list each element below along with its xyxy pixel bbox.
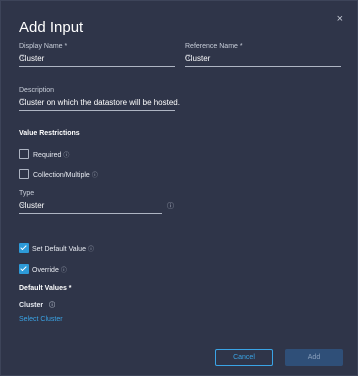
info-icon[interactable]: ⓘ: [19, 53, 173, 63]
cancel-button[interactable]: Cancel: [215, 349, 273, 366]
set-default-value-checkbox[interactable]: [19, 243, 29, 253]
default-cluster-label: Cluster ⓘ: [19, 302, 56, 309]
reference-name-label: Reference Name *: [185, 43, 243, 50]
info-icon[interactable]: ⓘ: [19, 97, 173, 107]
value-restrictions-heading: Value Restrictions: [19, 130, 80, 137]
reference-name-field[interactable]: Cluster ⓘ: [185, 52, 341, 67]
info-icon[interactable]: ⓘ: [61, 268, 67, 274]
collection-multiple-checkbox[interactable]: [19, 169, 29, 179]
dialog-title: Add Input: [19, 19, 84, 36]
chevron-down-icon[interactable]: ⌄: [19, 198, 160, 209]
add-button[interactable]: Add: [285, 349, 343, 366]
info-icon[interactable]: ⓘ: [167, 201, 174, 211]
add-input-dialog: × Add Input Display Name * Cluster ⓘ Ref…: [0, 0, 358, 376]
required-checkbox[interactable]: [19, 149, 29, 159]
override-checkbox[interactable]: [19, 264, 29, 274]
info-icon[interactable]: ⓘ: [63, 153, 69, 159]
description-label: Description: [19, 87, 55, 94]
info-icon[interactable]: ⓘ: [92, 173, 98, 179]
select-cluster-link[interactable]: Select Cluster: [19, 316, 63, 323]
description-field[interactable]: Cluster on which the datastore will be h…: [19, 96, 180, 111]
display-name-label: Display Name *: [19, 43, 68, 50]
info-icon[interactable]: ⓘ: [88, 247, 94, 253]
override-label: Override ⓘ: [32, 267, 67, 274]
info-icon[interactable]: ⓘ: [185, 53, 339, 63]
close-icon[interactable]: ×: [337, 13, 343, 25]
required-label: Required ⓘ: [33, 152, 70, 159]
set-default-value-label: Set Default Value ⓘ: [32, 246, 94, 253]
default-values-heading: Default Values *: [19, 285, 72, 292]
collection-multiple-label: Collection/Multiple ⓘ: [33, 172, 98, 179]
type-select[interactable]: Cluster ⌄: [19, 198, 162, 214]
info-icon[interactable]: ⓘ: [49, 303, 55, 309]
display-name-field[interactable]: Cluster ⓘ: [19, 52, 175, 67]
type-label: Type: [19, 190, 35, 197]
